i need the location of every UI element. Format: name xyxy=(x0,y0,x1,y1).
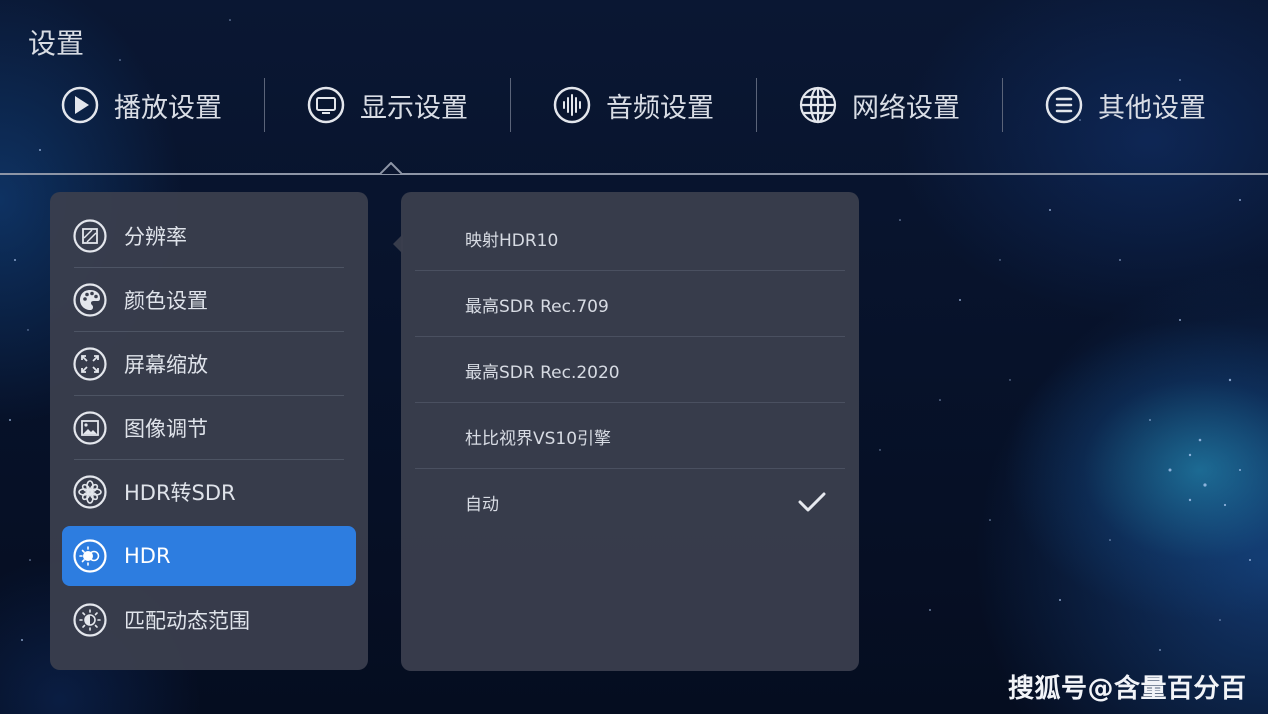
tab-other-settings[interactable]: 其他设置 xyxy=(1002,78,1248,132)
nav-divider-line xyxy=(0,173,1268,175)
sidebar-item-label: 分辨率 xyxy=(124,225,187,249)
audio-wave-icon xyxy=(552,85,592,125)
item-separator xyxy=(74,459,344,460)
tab-display-settings[interactable]: 显示设置 xyxy=(264,78,510,132)
option-label: 映射HDR10 xyxy=(465,230,559,251)
tab-audio-settings[interactable]: 音频设置 xyxy=(510,78,756,132)
tab-label: 播放设置 xyxy=(114,92,222,124)
checkmark-icon xyxy=(798,492,826,512)
option-auto[interactable]: 自动 xyxy=(415,469,845,535)
option-dolby-vision-vs10[interactable]: 杜比视界VS10引擎 xyxy=(415,403,845,469)
tab-network-settings[interactable]: 网络设置 xyxy=(756,78,1002,132)
sidebar-item-image-adjust[interactable]: 图像调节 xyxy=(62,398,356,460)
sidebar-item-label: 匹配动态范围 xyxy=(124,609,250,633)
sidebar-item-resolution[interactable]: 分辨率 xyxy=(62,206,356,268)
hdr-options-panel: 映射HDR10 最高SDR Rec.709 最高SDR Rec.2020 杜比视… xyxy=(401,192,859,671)
option-max-sdr-rec2020[interactable]: 最高SDR Rec.2020 xyxy=(415,337,845,403)
watermark-text: 搜狐号@含量百分百 xyxy=(1008,674,1247,704)
tab-label: 显示设置 xyxy=(360,92,468,124)
expand-arrows-icon xyxy=(72,346,108,382)
sidebar-item-hdr-to-sdr[interactable]: HDR转SDR xyxy=(62,462,356,522)
sidebar-item-label: 屏幕缩放 xyxy=(124,353,208,377)
tab-playback-settings[interactable]: 播放设置 xyxy=(18,78,264,132)
sidebar-item-label: HDR xyxy=(124,544,171,568)
play-circle-icon xyxy=(60,85,100,125)
option-label: 自动 xyxy=(465,494,499,515)
image-icon xyxy=(72,410,108,446)
tab-label: 音频设置 xyxy=(606,92,714,124)
top-navigation: 播放设置 显示设置 音频设置 网络设置 其他设置 xyxy=(18,78,1250,132)
item-separator xyxy=(74,331,344,332)
menu-lines-icon xyxy=(1044,85,1084,125)
aperture-icon xyxy=(72,474,108,510)
sidebar-item-hdr[interactable]: HDR xyxy=(62,526,356,586)
option-map-hdr10[interactable]: 映射HDR10 xyxy=(415,205,845,271)
item-separator xyxy=(74,395,344,396)
page-title: 设置 xyxy=(28,27,85,60)
sidebar-item-label: 颜色设置 xyxy=(124,289,208,313)
hdr-sun-icon xyxy=(72,538,108,574)
sidebar-item-screen-zoom[interactable]: 屏幕缩放 xyxy=(62,334,356,396)
item-separator xyxy=(74,267,344,268)
option-max-sdr-rec709[interactable]: 最高SDR Rec.709 xyxy=(415,271,845,337)
globe-icon xyxy=(798,85,838,125)
sidebar-item-label: 图像调节 xyxy=(124,417,208,441)
palette-icon xyxy=(72,282,108,318)
sidebar-item-color-settings[interactable]: 颜色设置 xyxy=(62,270,356,332)
tab-label: 网络设置 xyxy=(852,92,960,124)
option-label: 杜比视界VS10引擎 xyxy=(465,428,612,449)
selected-tab-notch xyxy=(380,162,402,175)
sidebar-item-label: HDR转SDR xyxy=(124,481,236,505)
monitor-icon xyxy=(306,85,346,125)
tab-label: 其他设置 xyxy=(1098,92,1206,124)
option-label: 最高SDR Rec.2020 xyxy=(465,362,620,383)
option-label: 最高SDR Rec.709 xyxy=(465,296,609,317)
half-sun-icon xyxy=(72,602,108,638)
sidebar-menu: 分辨率 颜色设置 屏幕缩放 图像调节 HDR转SDR HDR 匹配动态范围 xyxy=(50,192,368,670)
sidebar-item-match-dynamic-range[interactable]: 匹配动态范围 xyxy=(62,590,356,650)
resolution-icon xyxy=(72,218,108,254)
